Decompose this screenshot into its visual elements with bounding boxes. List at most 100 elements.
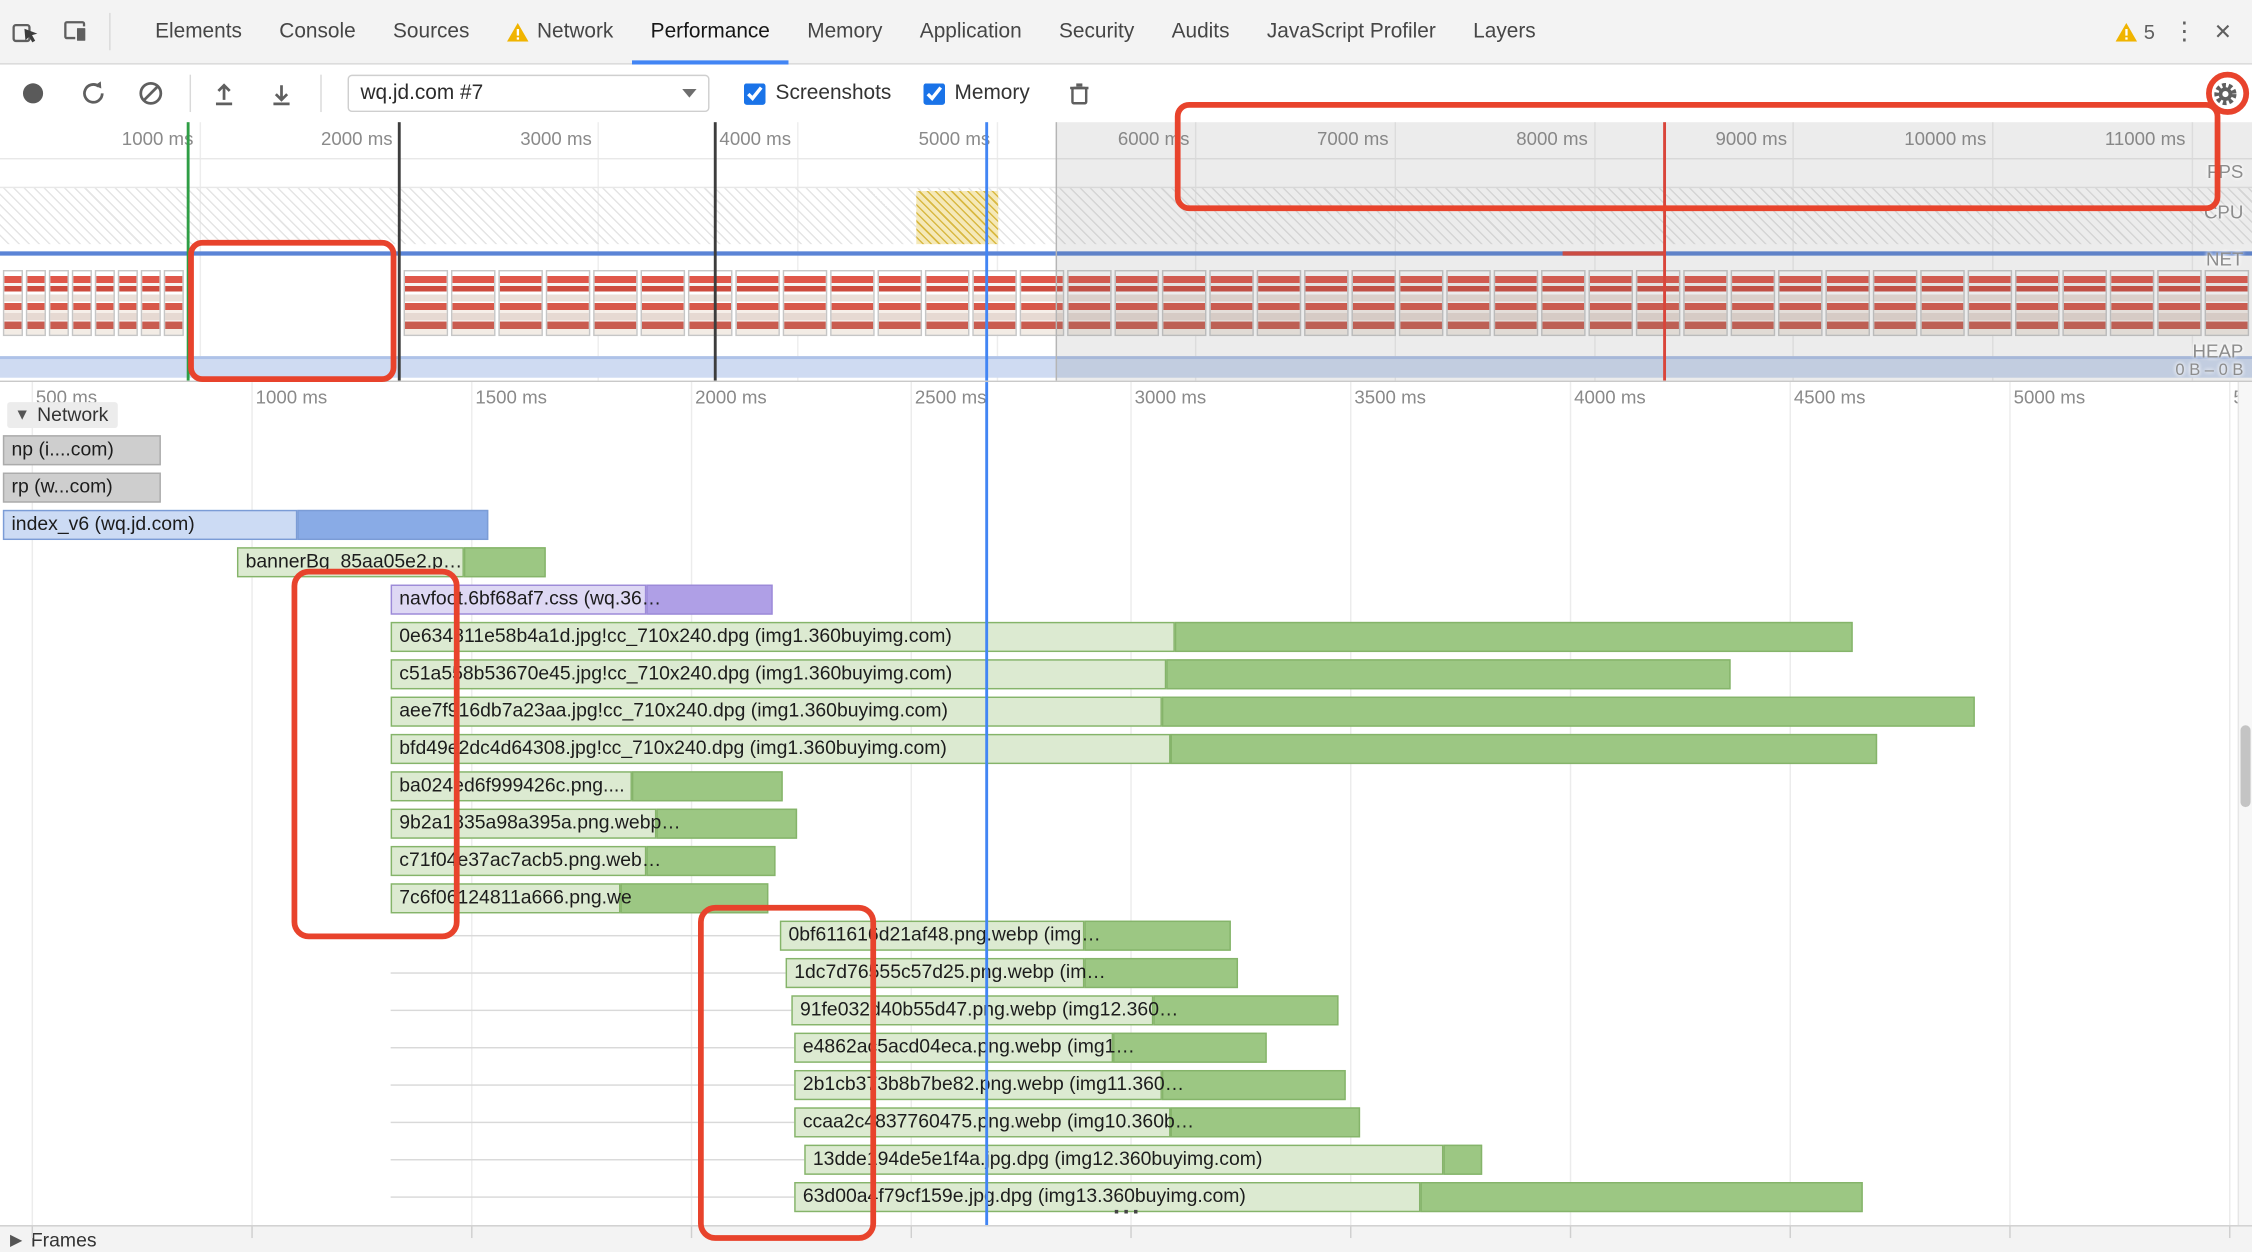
request-bar[interactable]: 63d00a4f79cf159e.jpg.dpg (img13.360buyim… — [794, 1182, 1863, 1213]
screenshot-thumbnail[interactable] — [830, 270, 875, 337]
memory-toggle[interactable]: Memory — [922, 82, 1030, 105]
more-options-icon[interactable]: ⋮ — [2172, 17, 2196, 46]
request-bar[interactable]: c71f04e37ac7acb5.png.web… — [390, 845, 776, 877]
network-request-row[interactable]: np (i....com) — [0, 435, 2252, 467]
network-request-row[interactable]: ba024ed6f999426c.png.... — [0, 771, 2252, 803]
network-request-row[interactable]: c71f04e37ac7acb5.png.web… — [0, 845, 2252, 878]
screenshot-thumbnail[interactable] — [403, 270, 449, 337]
capture-settings-gear-icon[interactable] — [2212, 80, 2239, 107]
request-label: ba024ed6f999426c.png.... — [399, 774, 625, 796]
request-bar[interactable]: ba024ed6f999426c.png.... — [390, 771, 783, 802]
network-request-row[interactable]: navfoot.6bf68af7.css (wq.36… — [0, 584, 2252, 617]
console-warning-badge[interactable]: 5 — [2115, 20, 2155, 43]
scrollbar-thumb[interactable] — [2240, 725, 2251, 808]
network-request-row[interactable]: index_v6 (wq.jd.com) — [0, 509, 2252, 542]
screenshots-checkbox[interactable] — [743, 82, 766, 105]
screenshot-thumbnail[interactable] — [687, 270, 733, 337]
screenshot-thumbnail[interactable] — [71, 270, 92, 337]
network-request-row[interactable]: bfd49e2dc4d64308.jpg!cc_710x240.dpg (img… — [0, 733, 2252, 766]
request-bar[interactable]: 7c6f06124811a666.png.we — [390, 883, 769, 914]
screenshot-thumbnail[interactable] — [545, 270, 591, 337]
tab-layers[interactable]: Layers — [1455, 0, 1555, 64]
screenshot-thumbnail[interactable] — [140, 270, 161, 337]
screenshot-thumbnail[interactable] — [2, 270, 23, 337]
request-bar[interactable]: bannerBg_85aa05e2.p… — [236, 547, 546, 578]
tab-security[interactable]: Security — [1040, 0, 1153, 64]
screenshot-thumbnail[interactable] — [640, 270, 686, 337]
request-bar[interactable]: aee7f916db7a23aa.jpg!cc_710x240.dpg (img… — [390, 696, 1975, 727]
request-bar[interactable]: rp (w...com) — [2, 472, 161, 503]
flame-chart[interactable]: 500 ms 1000 ms 1500 ms 2000 ms 2500 ms 3000 m… — [0, 382, 2252, 1226]
record-button[interactable] — [22, 83, 44, 104]
connector-line — [390, 934, 780, 937]
screenshot-thumbnail[interactable] — [782, 270, 828, 337]
network-request-row[interactable]: 0e634811e58b4a1d.jpg!cc_710x240.dpg (img… — [0, 621, 2252, 654]
network-request-row[interactable]: 1dc7d76555c57d25.png.webp (im… — [0, 957, 2252, 990]
tab-memory[interactable]: Memory — [789, 0, 902, 64]
screenshot-thumbnail[interactable] — [924, 270, 970, 337]
request-bar[interactable]: index_v6 (wq.jd.com) — [2, 509, 489, 541]
request-bar[interactable]: 13dde194de5e1f4a.jpg.dpg (img12.360buyim… — [804, 1144, 1483, 1175]
tab-performance[interactable]: Performance — [632, 0, 789, 64]
tab-console[interactable]: Console — [261, 0, 375, 64]
screenshot-thumbnail[interactable] — [593, 270, 638, 337]
request-bar[interactable]: 9b2a1835a98a395a.png.webp… — [390, 808, 798, 839]
screenshot-thumbnail[interactable] — [450, 270, 496, 337]
screenshot-thumbnail[interactable] — [498, 270, 543, 337]
network-request-row[interactable]: 0bf611616d21af48.png.webp (img… — [0, 920, 2252, 953]
request-bar[interactable]: navfoot.6bf68af7.css (wq.36… — [390, 584, 773, 615]
tab-application[interactable]: Application — [901, 0, 1040, 64]
overview-unselected-region[interactable] — [1055, 122, 2252, 381]
network-section-header[interactable]: ▼ Network — [7, 402, 119, 428]
network-request-row[interactable]: 13dde194de5e1f4a.jpg.dpg (img12.360buyim… — [0, 1144, 2252, 1177]
network-request-row[interactable]: aee7f916db7a23aa.jpg!cc_710x240.dpg (img… — [0, 696, 2252, 729]
request-bar[interactable]: 1dc7d76555c57d25.png.webp (im… — [785, 957, 1239, 989]
network-request-row[interactable]: 2b1cb373b8b7be82.png.webp (img11.360… — [0, 1069, 2252, 1102]
request-bar[interactable]: c51a558b53670e45.jpg!cc_710x240.dpg (img… — [390, 659, 1731, 690]
inspect-element-icon[interactable] — [0, 9, 52, 55]
network-request-row[interactable]: c51a558b53670e45.jpg!cc_710x240.dpg (img… — [0, 659, 2252, 691]
request-bar[interactable]: ccaa2c4837760475.png.webp (img10.360b… — [794, 1107, 1361, 1138]
screenshot-thumbnail[interactable] — [877, 270, 923, 337]
network-request-row[interactable]: ccaa2c4837760475.png.webp (img10.360b… — [0, 1107, 2252, 1139]
network-request-row[interactable]: bannerBg_85aa05e2.p… — [0, 547, 2252, 579]
device-toolbar-icon[interactable] — [52, 9, 104, 55]
screenshot-thumbnail[interactable] — [25, 270, 46, 337]
tab-audits[interactable]: Audits — [1153, 0, 1248, 64]
tab-sources[interactable]: Sources — [374, 0, 488, 64]
network-request-row[interactable]: 91fe032d40b55d47.png.webp (img12.360… — [0, 995, 2252, 1027]
tab-javascript-profiler[interactable]: JavaScript Profiler — [1248, 0, 1454, 64]
save-profile-button[interactable] — [269, 80, 295, 106]
reload-and-profile-button[interactable] — [80, 80, 106, 106]
tab-elements[interactable]: Elements — [136, 0, 260, 64]
request-bar[interactable]: 0e634811e58b4a1d.jpg!cc_710x240.dpg (img… — [390, 621, 1853, 653]
vertical-scrollbar[interactable] — [2237, 382, 2252, 1226]
memory-checkbox[interactable] — [922, 82, 945, 105]
network-request-row[interactable]: 7c6f06124811a666.png.we — [0, 883, 2252, 915]
request-bar[interactable]: 91fe032d40b55d47.png.webp (img12.360… — [791, 995, 1339, 1026]
tab-network[interactable]: Network — [488, 0, 632, 64]
request-bar[interactable]: 2b1cb373b8b7be82.png.webp (img11.360… — [794, 1069, 1346, 1101]
screenshot-thumbnail[interactable] — [163, 270, 184, 337]
screenshot-thumbnail[interactable] — [48, 270, 69, 337]
clear-recording-button[interactable] — [138, 80, 164, 106]
screenshot-thumbnail[interactable] — [94, 270, 115, 337]
timeline-overview[interactable]: 1000 ms 2000 ms 3000 ms 4000 ms 5000 ms 6000 … — [0, 122, 2252, 383]
screenshots-toggle[interactable]: Screenshots — [743, 82, 891, 105]
screenshot-thumbnail[interactable] — [735, 270, 780, 337]
network-request-row[interactable]: rp (w...com) — [0, 472, 2252, 505]
garbage-collect-button[interactable] — [1067, 80, 1091, 106]
screenshot-thumbnail[interactable] — [117, 270, 138, 337]
close-devtools-icon[interactable]: ✕ — [2214, 19, 2232, 44]
request-bar[interactable]: e4862ac5acd04eca.png.webp (img1… — [794, 1032, 1267, 1063]
connector-line — [390, 972, 786, 974]
request-bar[interactable]: 0bf611616d21af48.png.webp (img… — [779, 920, 1231, 951]
request-bar[interactable]: bfd49e2dc4d64308.jpg!cc_710x240.dpg (img… — [390, 733, 1878, 765]
network-request-row[interactable]: 9b2a1835a98a395a.png.webp… — [0, 808, 2252, 841]
request-bar[interactable]: np (i....com) — [2, 435, 161, 466]
load-profile-button[interactable] — [211, 80, 237, 106]
screenshot-thumbnail[interactable] — [972, 270, 1017, 337]
frames-section-header[interactable]: ▶ Frames — [0, 1225, 2252, 1252]
profile-history-select[interactable]: wq.jd.com #7 — [347, 74, 710, 113]
network-request-row[interactable]: e4862ac5acd04eca.png.webp (img1… — [0, 1032, 2252, 1065]
